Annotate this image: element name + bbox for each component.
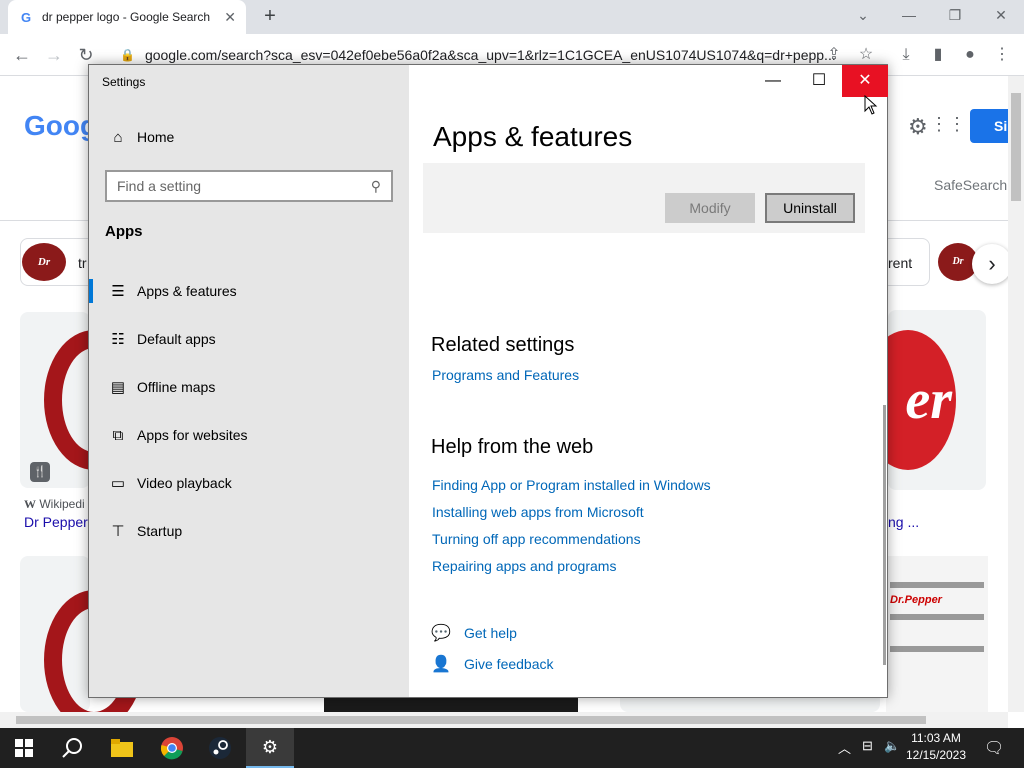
- clock-date: 12/15/2023: [905, 748, 967, 762]
- windows-start-icon[interactable]: [0, 728, 48, 768]
- search-icon[interactable]: [48, 728, 96, 768]
- settings-content: — ☐ ✕ Apps & features Modify Uninstall R…: [409, 65, 888, 697]
- settings-gear-icon[interactable]: ⚙: [908, 114, 928, 140]
- tab-search-icon[interactable]: ⌄: [840, 0, 886, 30]
- sidebar-item-offline-maps[interactable]: ▤ Offline maps: [89, 365, 409, 409]
- sidebar-item-label: Apps & features: [137, 283, 237, 299]
- google-favicon-icon: G: [20, 9, 32, 25]
- uninstall-button[interactable]: Uninstall: [765, 193, 855, 223]
- sidebar-item-default-apps[interactable]: ☷ Default apps: [89, 317, 409, 361]
- settings-taskbar-icon[interactable]: ⚙: [246, 728, 294, 768]
- close-icon[interactable]: ✕: [842, 65, 888, 97]
- result-source: W Wikipedi: [24, 497, 85, 511]
- home-icon: ⌂: [113, 128, 123, 146]
- browser-minimize-icon[interactable]: —: [886, 0, 932, 30]
- sidebar-item-label: Video playback: [137, 475, 232, 491]
- browser-tab[interactable]: G dr pepper logo - Google Search ✕: [8, 0, 246, 34]
- chip-label: tr: [78, 255, 87, 271]
- lock-icon: 🔒: [120, 48, 135, 62]
- programs-and-features-link[interactable]: Programs and Features: [432, 367, 579, 383]
- file-explorer-icon[interactable]: [98, 728, 146, 768]
- help-link[interactable]: Repairing apps and programs: [432, 558, 616, 574]
- map-icon: ▤: [110, 379, 126, 396]
- dr-pepper-thumbnail: Dr Pepper: [22, 243, 66, 306]
- give-feedback-link[interactable]: Give feedback: [464, 656, 554, 672]
- url-text: google.com/search?sca_esv=042ef0ebe56a0f…: [144, 47, 836, 63]
- sidebar-item-label: Offline maps: [137, 379, 216, 395]
- browser-close-icon[interactable]: ✕: [978, 0, 1024, 30]
- clock-time: 11:03 AM: [911, 731, 961, 745]
- tab-close-icon[interactable]: ✕: [224, 9, 236, 26]
- sidebar-item-apps-features[interactable]: ☰ Apps & features: [89, 269, 409, 313]
- sidebar-item-startup[interactable]: ⊤ Startup: [89, 509, 409, 553]
- settings-sidebar: Settings ⌂ Home Find a setting ⚲ Apps ☰ …: [89, 65, 409, 697]
- restaurant-icon: 🍴: [30, 462, 50, 482]
- help-link[interactable]: Finding App or Program installed in Wind…: [432, 477, 711, 493]
- get-help-link[interactable]: Get help: [464, 625, 517, 641]
- find-setting-input[interactable]: Find a setting ⚲: [105, 170, 393, 202]
- startup-icon: ⊤: [111, 523, 125, 540]
- sidebar-item-label: Default apps: [137, 331, 216, 347]
- video-icon: ▭: [110, 475, 126, 492]
- logo-row: [890, 626, 984, 652]
- forward-icon[interactable]: →: [42, 42, 66, 68]
- help-link[interactable]: Installing web apps from Microsoft: [432, 504, 644, 520]
- wikipedia-icon: W: [24, 497, 36, 511]
- maximize-icon[interactable]: ☐: [796, 65, 842, 97]
- notifications-icon[interactable]: 🗨: [984, 738, 1004, 758]
- profile-avatar-icon[interactable]: ●: [957, 42, 983, 68]
- tray-chevron-up-icon[interactable]: ︿: [838, 738, 851, 757]
- search-placeholder: Find a setting: [117, 178, 202, 194]
- mouse-cursor-icon: [864, 95, 878, 115]
- sidebar-item-label: Home: [137, 129, 175, 145]
- help-heading: Help from the web: [431, 436, 594, 458]
- content-scrollbar[interactable]: [883, 405, 886, 665]
- feedback-icon: 👤: [431, 656, 451, 673]
- sidebar-item-video-playback[interactable]: ▭ Video playback: [89, 461, 409, 505]
- safesearch-button[interactable]: SafeSearch: [934, 177, 1007, 193]
- image-result[interactable]: [324, 698, 578, 712]
- chevron-right-icon[interactable]: ›: [972, 244, 1012, 284]
- help-link[interactable]: Turning off app recommendations: [432, 531, 641, 547]
- search-icon[interactable]: ⚲: [371, 178, 381, 195]
- chip-label: rent: [888, 255, 913, 271]
- logo-row: [890, 562, 984, 588]
- section-heading: Apps: [105, 223, 143, 240]
- page-title: Apps & features: [433, 121, 633, 152]
- result-title[interactable]: Dr Pepper: [24, 514, 88, 530]
- sidebar-item-home[interactable]: ⌂ Home: [89, 115, 409, 159]
- minimize-icon[interactable]: —: [750, 65, 796, 97]
- new-tab-icon[interactable]: +: [258, 4, 282, 28]
- default-apps-icon: ☷: [111, 331, 125, 348]
- taskbar-clock[interactable]: 11:03 AM 12/15/2023: [896, 730, 976, 764]
- settings-window: Settings ⌂ Home Find a setting ⚲ Apps ☰ …: [88, 64, 888, 698]
- list-icon: ☰: [111, 283, 125, 300]
- result-title[interactable]: ng ...: [888, 514, 919, 530]
- sidebar-item-apps-for-websites[interactable]: ⧉ Apps for websites: [89, 413, 409, 457]
- chrome-icon[interactable]: [148, 728, 196, 768]
- vertical-scroll-thumb[interactable]: [1011, 93, 1021, 201]
- google-logo[interactable]: Goog: [24, 110, 97, 142]
- logo-row: Dr.Pepper: [890, 594, 984, 620]
- horizontal-scroll-thumb[interactable]: [16, 716, 926, 724]
- steam-icon[interactable]: [196, 728, 244, 768]
- back-icon[interactable]: ←: [10, 42, 34, 68]
- sidebar-item-label: Startup: [137, 523, 183, 539]
- side-panel-icon[interactable]: ▮: [925, 42, 951, 68]
- link-icon: ⧉: [112, 426, 124, 444]
- related-settings-heading: Related settings: [431, 334, 575, 356]
- modify-button[interactable]: Modify: [665, 193, 755, 223]
- get-help-icon: 💬: [431, 625, 451, 642]
- network-icon[interactable]: ⊟: [862, 738, 873, 754]
- browser-menu-icon[interactable]: ⋮: [989, 42, 1015, 68]
- logo-history-image[interactable]: Dr.Pepper: [886, 556, 988, 712]
- download-icon[interactable]: ⤓: [893, 42, 919, 68]
- browser-restore-icon[interactable]: ❐: [932, 0, 978, 30]
- tab-title: dr pepper logo - Google Search: [42, 10, 211, 24]
- sidebar-item-label: Apps for websites: [137, 427, 248, 443]
- window-title: Settings: [102, 75, 146, 89]
